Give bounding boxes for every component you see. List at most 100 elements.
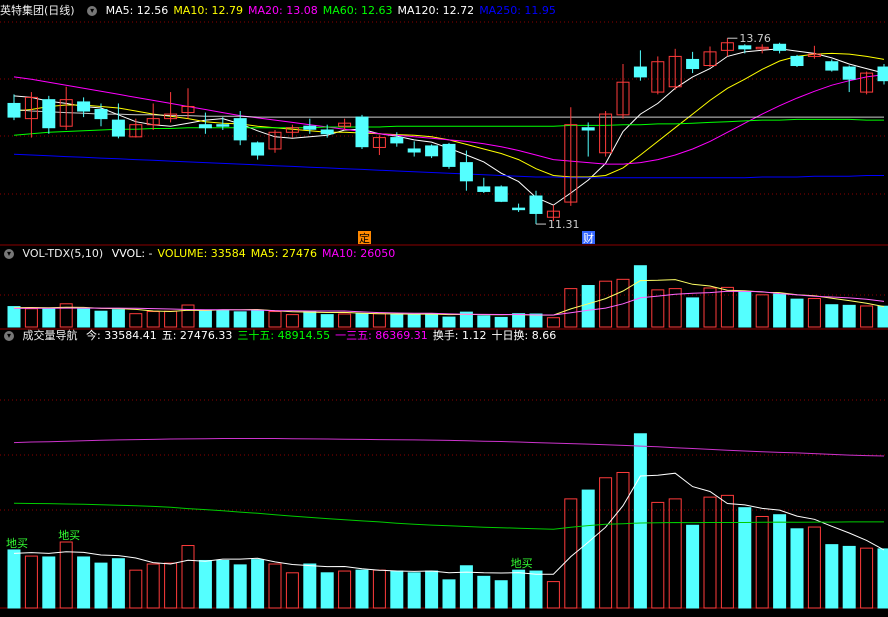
legend-item: MA5: 27476 xyxy=(250,247,317,260)
nav-onethirtyfive-line xyxy=(13,438,885,457)
volume-bar xyxy=(42,308,56,328)
volume-bar xyxy=(616,278,630,328)
legend-item: 五: 27476.33 xyxy=(161,329,233,342)
nav-volume-bar xyxy=(338,570,352,609)
nav-panel-title: 成交量导航 xyxy=(22,329,78,342)
volume-bar xyxy=(164,310,178,328)
panel-settings-icon[interactable]: ▾ xyxy=(4,331,14,341)
nav-five-line xyxy=(13,472,885,575)
volume-bar xyxy=(303,311,317,328)
nav-volume-bar xyxy=(94,562,108,609)
legend-item: MA10: 12.79 xyxy=(173,4,244,17)
ma-line-ma60 xyxy=(13,118,884,136)
ma-line-ma5 xyxy=(13,48,885,206)
volume-bar xyxy=(842,304,856,328)
nav-volume-bar xyxy=(303,563,317,609)
volume-bar xyxy=(825,304,839,328)
volume-bar xyxy=(216,309,230,328)
nav-volume-bar xyxy=(442,579,456,609)
volume-bar xyxy=(546,317,560,328)
nav-volume-bar xyxy=(24,555,38,609)
candle-body xyxy=(425,145,439,157)
volume-bar xyxy=(860,305,874,328)
panel-settings-icon[interactable]: ▾ xyxy=(4,249,14,259)
nav-volume-bar xyxy=(407,572,421,609)
legend-item: MA60: 12.63 xyxy=(322,4,393,17)
volume-bar xyxy=(512,313,526,328)
nav-volume-bar xyxy=(355,569,369,609)
volume-bar xyxy=(7,306,21,328)
volume-bar xyxy=(738,291,752,328)
nav-volume-bar xyxy=(807,526,821,609)
nav-volume-bar xyxy=(790,528,804,609)
volume-bar xyxy=(146,311,160,328)
low-buy-label: 地买 xyxy=(511,557,533,570)
candle-body xyxy=(529,195,543,214)
nav-volume-bar xyxy=(703,496,717,609)
volume-bar xyxy=(703,287,717,328)
nav-volume-bar xyxy=(425,570,439,609)
nav-volume-bar xyxy=(233,564,247,609)
volume-legend: VVOL: - VOLUME: 33584 MA5: 27476 MA10: 2605… xyxy=(112,247,401,260)
candle-body xyxy=(773,43,787,51)
candle-body xyxy=(738,45,752,50)
nav-volume-bar xyxy=(42,556,56,609)
nav-volume-bar xyxy=(546,581,560,609)
nav-volume-bar xyxy=(860,547,874,609)
volume-bar xyxy=(233,311,247,328)
nav-volume-bar xyxy=(668,498,682,609)
nav-volume-bar xyxy=(7,549,21,609)
candle-body xyxy=(877,66,888,82)
volume-panel-title: VOL-TDX(5,10) xyxy=(22,247,104,260)
price-panel-header: 英特集团(日线) ▾ MA5: 12.56 MA10: 12.79 MA20: 13… xyxy=(0,3,566,19)
volume-bar xyxy=(355,313,369,328)
volume-bar xyxy=(529,313,543,328)
nav-volume-bar xyxy=(320,572,334,609)
nav-panel-header: ▾ 成交量导航 今: 33584.41 五: 27476.33 三十五: 48914… xyxy=(0,328,566,344)
volume-bar xyxy=(181,304,195,328)
volume-bar xyxy=(807,298,821,328)
nav-volume-bar xyxy=(181,545,195,609)
volume-bar xyxy=(494,316,508,328)
candle-body xyxy=(390,137,404,144)
candle-body xyxy=(198,124,212,129)
legend-item: VOLUME: 33584 xyxy=(157,247,246,260)
volume-bar xyxy=(285,314,299,328)
volume-bar xyxy=(251,309,265,328)
nav-volume-bar xyxy=(129,569,143,609)
nav-volume-bar xyxy=(599,477,613,609)
candle-body xyxy=(7,102,21,118)
volume-bar xyxy=(77,308,91,328)
candle-body xyxy=(442,143,456,167)
nav-volume-bar xyxy=(390,570,404,609)
volume-bar xyxy=(425,313,439,328)
candle-body xyxy=(42,99,56,129)
nav-volume-bar xyxy=(633,433,647,609)
volume-bar xyxy=(442,316,456,328)
candle-body xyxy=(842,66,856,80)
nav-volume-bar xyxy=(216,559,230,609)
candle-body xyxy=(77,101,91,112)
candle-body xyxy=(512,207,526,211)
candle-body xyxy=(216,124,230,127)
candle-body xyxy=(251,142,265,156)
nav-volume-bar xyxy=(285,572,299,609)
volume-bar xyxy=(24,308,38,328)
legend-item: MA20: 13.08 xyxy=(248,4,318,17)
candle-body xyxy=(581,127,595,131)
nav-volume-bar xyxy=(720,494,734,609)
nav-volume-bar xyxy=(372,569,386,609)
volume-bar xyxy=(477,315,491,328)
volume-bar xyxy=(129,313,143,328)
volume-bar xyxy=(581,285,595,328)
legend-item: MA10: 26050 xyxy=(322,247,396,260)
legend-item: 今: 33584.41 xyxy=(86,329,157,342)
nav-volume-bar xyxy=(494,580,508,609)
low-buy-label: 地买 xyxy=(6,537,28,550)
volume-bar xyxy=(198,309,212,328)
stock-chart[interactable]: 13.7611.31定 财地买地买地买 xyxy=(0,0,888,617)
marker-ding: 定 xyxy=(359,231,370,245)
panel-settings-icon[interactable]: ▾ xyxy=(87,6,98,16)
candle-body xyxy=(111,119,125,137)
volume-bar xyxy=(320,314,334,328)
